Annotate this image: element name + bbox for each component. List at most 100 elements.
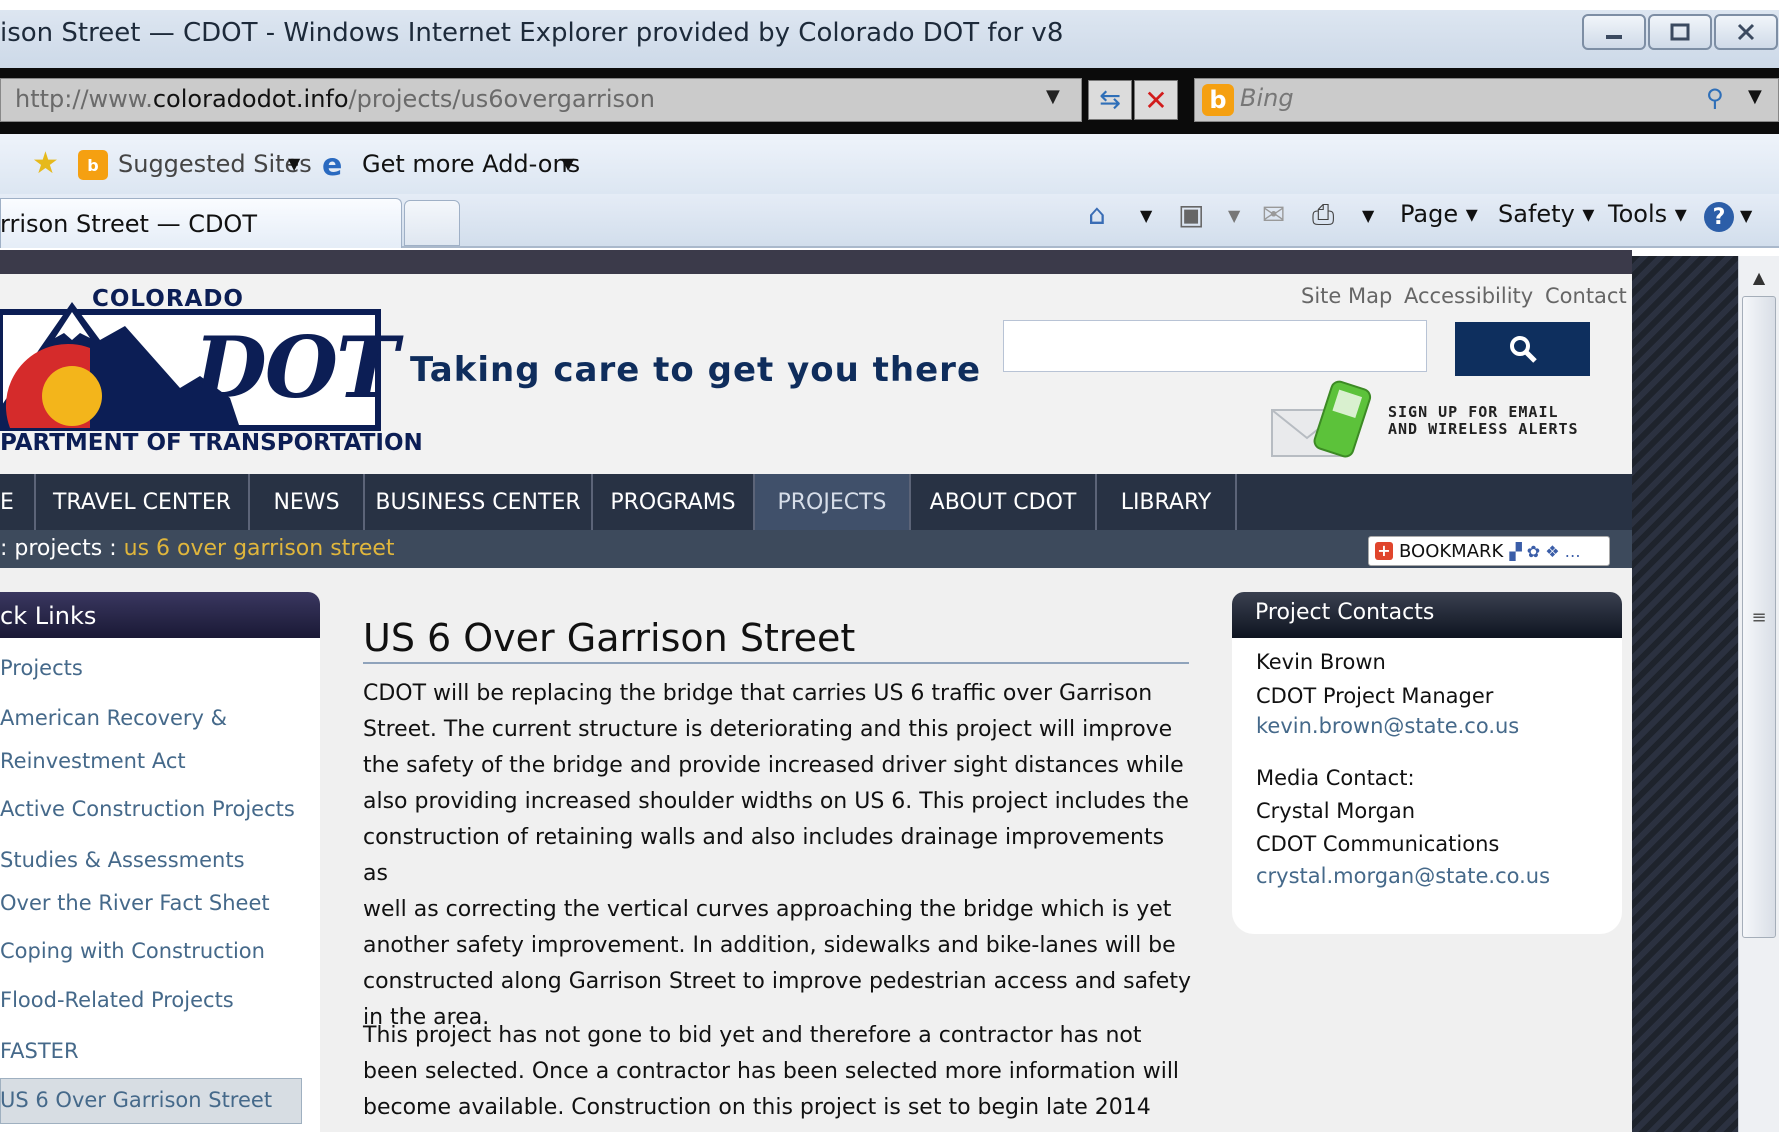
chevron-down-icon[interactable]: ▼ xyxy=(1362,206,1374,225)
site-search-button[interactable] xyxy=(1455,322,1590,376)
nav-item-projects[interactable]: PROJECTS xyxy=(755,474,911,530)
quick-link-reinvestment-act[interactable]: Reinvestment Act xyxy=(0,749,186,773)
nav-item-news[interactable]: NEWS xyxy=(250,474,365,530)
window-title: ison Street — CDOT - Windows Internet Ex… xyxy=(0,18,1064,48)
logo-department-text: PARTMENT OF TRANSPORTATION xyxy=(0,430,423,456)
grip-icon: ≡ xyxy=(1751,606,1767,628)
address-url[interactable]: http://www.coloradodot.info/projects/us6… xyxy=(15,85,655,113)
url-domain: coloradodot.info xyxy=(152,85,349,113)
quick-link-coping[interactable]: Coping with Construction xyxy=(0,939,265,963)
quick-link-us6-garrison[interactable]: US 6 Over Garrison Street xyxy=(0,1088,272,1112)
nav-item-business-center[interactable]: BUSINESS CENTER xyxy=(365,474,593,530)
bookmark-label: BOOKMARK xyxy=(1399,540,1504,562)
search-dropdown-icon[interactable]: ▼ xyxy=(1748,86,1762,107)
nav-item-programs[interactable]: PROGRAMS xyxy=(593,474,755,530)
paragraph-line: also providing increased shoulder widths… xyxy=(363,789,1189,814)
scroll-up-arrow-icon[interactable]: ▲ xyxy=(1742,262,1776,292)
favorites-star-icon[interactable]: ★ xyxy=(32,146,59,181)
paragraph-1: CDOT will be replacing the bridge that c… xyxy=(363,676,1193,1036)
tools-menu-label: Tools xyxy=(1608,200,1668,228)
tab-current-title: rrison Street — CDOT xyxy=(0,210,257,238)
site-map-link[interactable]: Site Map xyxy=(1301,284,1392,308)
page-background-stripe xyxy=(1632,256,1738,1132)
search-input[interactable]: Bing xyxy=(1240,84,1294,112)
paragraph-line: well as correcting the vertical curves a… xyxy=(363,897,1172,922)
breadcrumb-projects-link[interactable]: projects xyxy=(14,536,102,561)
chevron-down-icon[interactable]: ▼ xyxy=(288,154,300,173)
chevron-down-icon[interactable]: ▼ xyxy=(562,154,574,173)
breadcrumb-current: us 6 over garrison street xyxy=(123,536,395,561)
nav-item-home[interactable]: E xyxy=(0,474,36,530)
address-bar[interactable]: http://www.coloradodot.info/projects/us6… xyxy=(0,78,1082,122)
contact-pm-email-link[interactable]: kevin.brown@state.co.us xyxy=(1256,714,1519,738)
paragraph-line: This project has not gone to bid yet and… xyxy=(363,1023,1142,1048)
quick-link-faster[interactable]: FASTER xyxy=(0,1039,79,1063)
paragraph-line: the safety of the bridge and provide inc… xyxy=(363,753,1184,778)
accessibility-link[interactable]: Accessibility xyxy=(1404,284,1533,308)
nav-item-about-cdot[interactable]: ABOUT CDOT xyxy=(911,474,1097,530)
alerts-line-1: Sign up for email xyxy=(1388,403,1559,421)
suggested-sites-link[interactable]: Suggested Sites xyxy=(118,150,312,178)
paragraph-line: constructed along Garrison Street to imp… xyxy=(363,969,1191,994)
quick-links-title: ck Links xyxy=(0,602,97,630)
logo-dot-text: DOT xyxy=(194,318,399,417)
get-addons-link[interactable]: Get more Add-ons xyxy=(362,150,580,178)
quick-link-over-the-river[interactable]: Over the River Fact Sheet xyxy=(0,891,270,915)
stop-button[interactable]: ✕ xyxy=(1134,80,1178,120)
search-icon[interactable]: ⚲ xyxy=(1706,84,1724,112)
breadcrumb-separator: : xyxy=(0,536,15,561)
new-tab-button[interactable] xyxy=(404,200,460,246)
paragraph-line: another safety improvement. In addition,… xyxy=(363,933,1176,958)
minimize-button[interactable] xyxy=(1582,14,1646,50)
social-icons: ▞ ✿ ❖ … xyxy=(1509,541,1581,561)
mail-icon[interactable]: ✉ xyxy=(1262,198,1285,231)
tools-menu[interactable]: Tools ▾ xyxy=(1608,200,1687,228)
paragraph-line: become available. Construction on this p… xyxy=(363,1095,1151,1132)
print-icon[interactable]: ⎙ xyxy=(1312,198,1334,232)
email-alerts-link[interactable]: Sign up for email and wireless alerts xyxy=(1388,404,1579,438)
logo-colorado-text: COLORADO xyxy=(92,286,244,312)
quick-link-active-construction[interactable]: Active Construction Projects xyxy=(0,797,295,821)
email-phone-alert-icon[interactable] xyxy=(1270,380,1382,462)
paragraph-line: been selected. Once a contractor has bee… xyxy=(363,1059,1180,1084)
page-menu-label: Page xyxy=(1400,200,1459,228)
safety-menu-label: Safety xyxy=(1498,200,1575,228)
quick-link-studies[interactable]: Studies & Assessments xyxy=(0,848,245,872)
paragraph-line: CDOT will be replacing the bridge that c… xyxy=(363,681,1153,706)
close-icon xyxy=(1737,23,1755,41)
scrollbar-thumb[interactable]: ≡ xyxy=(1742,296,1776,938)
minimize-icon xyxy=(1606,35,1622,39)
refresh-button[interactable]: ⇆ xyxy=(1088,80,1132,120)
suggested-sites-icon: b xyxy=(78,150,108,180)
breadcrumb: : projects : us 6 over garrison street xyxy=(0,536,395,561)
close-window-button[interactable] xyxy=(1714,14,1778,50)
chevron-down-icon[interactable]: ▼ xyxy=(1740,206,1752,225)
paragraph-2: This project has not gone to bid yet and… xyxy=(363,1018,1193,1132)
quick-link-projects[interactable]: Projects xyxy=(0,656,83,680)
paragraph-line: construction of retaining walls and also… xyxy=(363,825,1165,886)
help-icon[interactable]: ? xyxy=(1704,202,1734,232)
bookmark-button[interactable]: + BOOKMARK ▞ ✿ ❖ … xyxy=(1368,536,1610,566)
maximize-button[interactable] xyxy=(1648,14,1712,50)
feeds-icon[interactable]: ▣ xyxy=(1178,198,1204,231)
page-top-band xyxy=(0,250,1632,274)
chevron-down-icon[interactable]: ▼ xyxy=(1228,206,1240,225)
home-icon[interactable]: ⌂ xyxy=(1088,198,1106,231)
nav-item-library[interactable]: LIBRARY xyxy=(1097,474,1237,530)
nav-item-travel-center[interactable]: TRAVEL CENTER xyxy=(36,474,250,530)
safety-menu[interactable]: Safety ▾ xyxy=(1498,200,1594,228)
page-menu[interactable]: Page ▾ xyxy=(1400,200,1478,228)
breadcrumb-separator: : xyxy=(102,536,124,561)
contact-pm-name: Kevin Brown xyxy=(1256,650,1386,674)
quick-link-recovery-act[interactable]: American Recovery & xyxy=(0,706,227,730)
refresh-icon: ⇆ xyxy=(1099,85,1121,115)
url-prefix: http://www. xyxy=(15,85,153,113)
contact-media-email-link[interactable]: crystal.morgan@state.co.us xyxy=(1256,864,1550,888)
site-search-input[interactable] xyxy=(1003,320,1427,372)
address-dropdown-icon[interactable]: ▼ xyxy=(1046,86,1060,107)
bing-icon: b xyxy=(1202,84,1234,116)
quick-link-flood-related[interactable]: Flood-Related Projects xyxy=(0,988,234,1012)
contact-link[interactable]: Contact xyxy=(1545,284,1627,308)
paragraph-line: Street. The current structure is deterio… xyxy=(363,717,1173,742)
chevron-down-icon[interactable]: ▼ xyxy=(1140,206,1152,225)
